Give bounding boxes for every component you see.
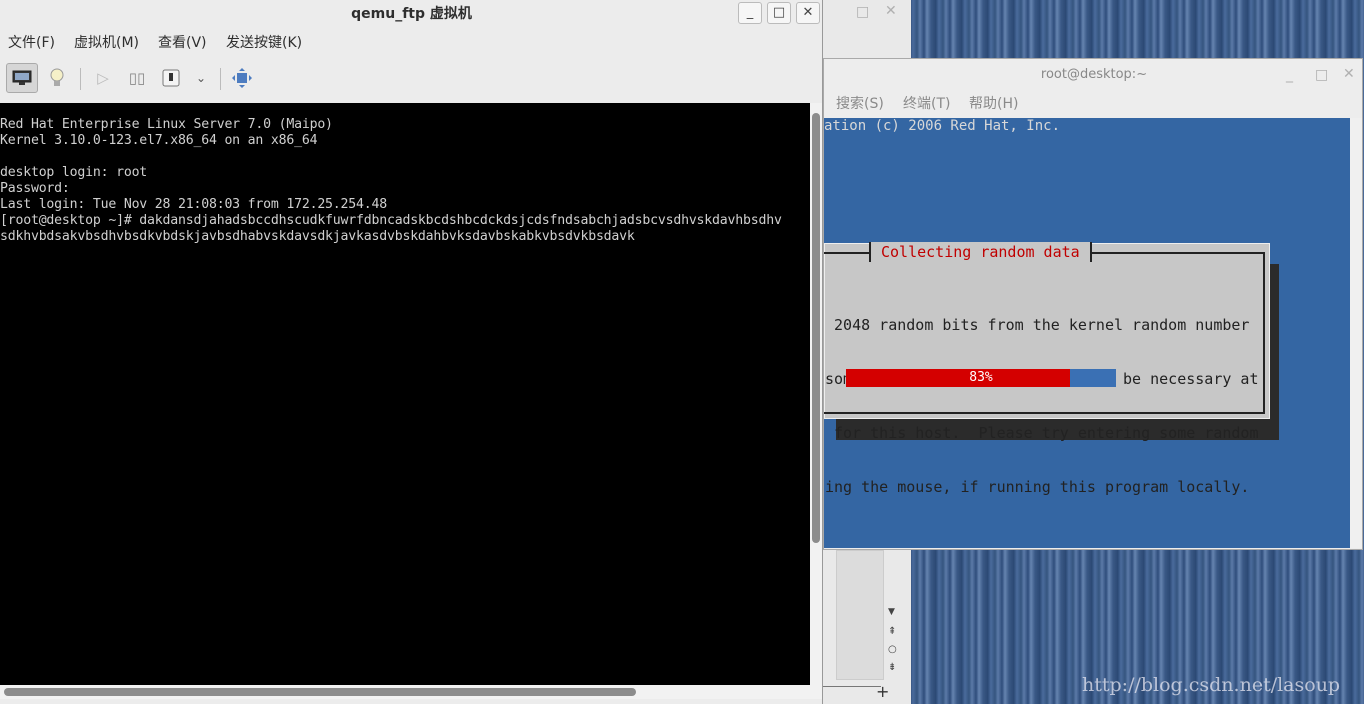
vertical-scroll-thumb[interactable]	[812, 113, 820, 543]
console-icon[interactable]	[6, 63, 38, 93]
minimize-button[interactable]: _	[738, 2, 762, 24]
console-line: Password:	[0, 181, 70, 196]
pause-icon[interactable]: ▯▯	[122, 63, 152, 93]
bg-panel	[836, 550, 884, 680]
qemu-title: qemu_ftp 虚拟机	[351, 6, 472, 22]
menu-help[interactable]: 帮助(H)	[969, 93, 1018, 113]
bg-maximize-icon[interactable]: □	[856, 4, 869, 20]
maximize-button[interactable]: □	[767, 2, 791, 24]
menu-vm[interactable]: 虚拟机(M)	[74, 32, 139, 52]
vm-console[interactable]: Red Hat Enterprise Linux Server 7.0 (Mai…	[0, 103, 810, 685]
vertical-scrollbar[interactable]	[810, 103, 822, 685]
console-line: [root@desktop ~]# dakdansdjahadsbccdhscu…	[0, 213, 782, 228]
scroll-down-arrow-icon[interactable]: ▼	[888, 607, 895, 617]
terminal-minimize-icon[interactable]: _	[1286, 67, 1293, 83]
dialog-message: 2048 random bits from the kernel random …	[825, 280, 1258, 532]
plus-icon[interactable]: +	[876, 682, 889, 701]
shutdown-icon[interactable]	[156, 63, 186, 93]
run-play-icon[interactable]: ▷	[88, 63, 118, 93]
bg-slider[interactable]	[821, 686, 881, 687]
console-text: Red Hat Enterprise Linux Server 7.0 (Mai…	[0, 117, 782, 245]
horizontal-scroll-thumb[interactable]	[4, 688, 636, 696]
random-data-dialog: Collecting random data 2048 random bits …	[824, 242, 1270, 496]
dialog-line: for this host. Please try entering some …	[825, 424, 1259, 442]
scroll-center-icon[interactable]: ○	[888, 644, 897, 655]
dialog-line: 2048 random bits from the kernel random …	[825, 316, 1250, 334]
console-line: Red Hat Enterprise Linux Server 7.0 (Mai…	[0, 117, 333, 132]
terminal-scrollbar[interactable]	[1350, 118, 1362, 548]
toolbar: ▷ ▯▯ ⌄	[0, 60, 823, 100]
scroll-up-icon[interactable]: ⇞	[888, 626, 896, 637]
menu-view[interactable]: 查看(V)	[158, 32, 207, 52]
horizontal-scrollbar[interactable]	[0, 685, 822, 699]
toolbar-separator	[220, 68, 221, 90]
close-button[interactable]: ✕	[796, 2, 820, 24]
terminal-close-icon[interactable]: ✕	[1343, 66, 1355, 82]
watermark: http://blog.csdn.net/lasoup	[1082, 674, 1341, 696]
details-lightbulb-icon[interactable]	[42, 63, 72, 93]
menu-file[interactable]: 文件(F)	[8, 32, 55, 52]
progress-bar: 83%	[846, 369, 1116, 387]
toolbar-separator	[80, 68, 81, 90]
terminal-window: root@desktop:~ _ □ ✕ 搜索(S) 终端(T) 帮助(H) a…	[823, 58, 1363, 550]
qemu-window: qemu_ftp 虚拟机 _ □ ✕ 文件(F) 虚拟机(M) 查看(V) 发送…	[0, 0, 823, 704]
bg-scroll-controls[interactable]: ▼ ⇞ ○ ⇟	[883, 600, 903, 680]
console-line: Last login: Tue Nov 28 21:08:03 from 172…	[0, 197, 387, 212]
chevron-down-icon[interactable]: ⌄	[186, 63, 216, 93]
console-line: sdkhvbdsakvbsdhvbsdkvbdskjavbsdhabvskdav…	[0, 229, 635, 244]
terminal-title: root@desktop:~	[1040, 67, 1148, 82]
dialog-title: Collecting random data	[869, 242, 1092, 262]
progress-label: 83%	[969, 370, 993, 385]
console-line: desktop login: root	[0, 165, 148, 180]
menu-send-key[interactable]: 发送按键(K)	[226, 32, 302, 52]
dialog-line: ing the mouse, if running this program l…	[825, 478, 1250, 496]
fullscreen-icon[interactable]	[227, 63, 257, 93]
bg-close-icon[interactable]: ✕	[885, 3, 897, 19]
scroll-down-icon[interactable]: ⇟	[888, 662, 896, 673]
terminal-maximize-icon[interactable]: □	[1315, 67, 1328, 83]
terminal-screen[interactable]: ation (c) 2006 Red Hat, Inc. Collecting …	[824, 118, 1350, 548]
menu-search[interactable]: 搜索(S)	[836, 93, 884, 113]
console-line: Kernel 3.10.0-123.el7.x86_64 on an x86_6…	[0, 133, 318, 148]
copyright-line: ation (c) 2006 Red Hat, Inc.	[824, 118, 1061, 134]
menu-terminal[interactable]: 终端(T)	[903, 93, 950, 113]
